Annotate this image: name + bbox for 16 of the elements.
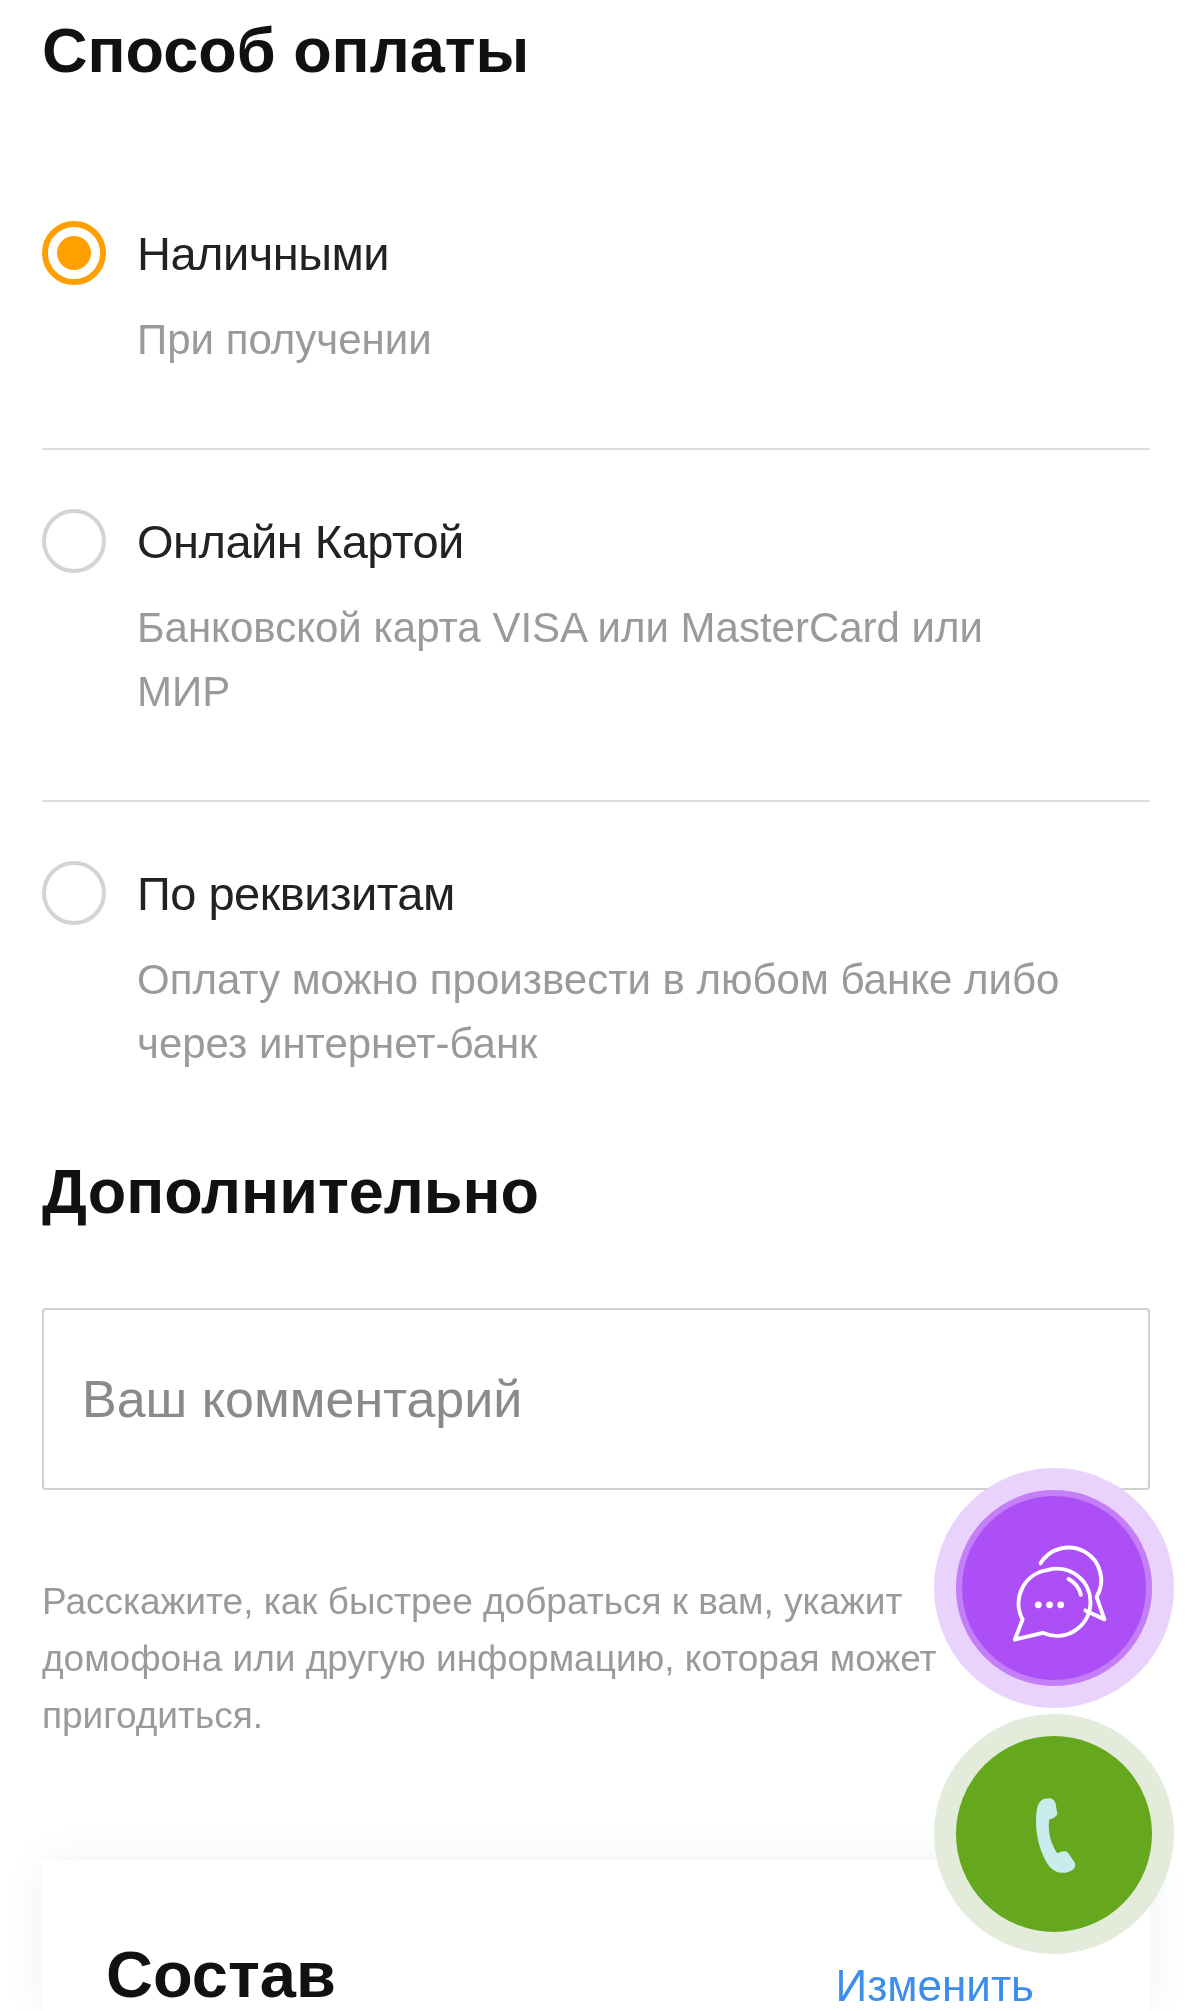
card-title: Состав (106, 1939, 336, 2011)
hint-text: пригодиться. (42, 1694, 264, 1738)
section-heading: Дополнительно (42, 1155, 541, 1227)
option-label[interactable]: Онлайн Картой (137, 513, 464, 569)
radio-button[interactable] (42, 221, 106, 285)
option-description: При получении (137, 315, 433, 365)
option-description: Оплату можно произвести в любом банке либо через интернет-банк (137, 955, 1061, 1069)
comment-field[interactable]: Ваш комментарий (42, 1308, 1150, 1490)
option-label[interactable]: По реквизитам (137, 865, 455, 921)
option-description: Банковской карта VISA или MasterCard или МИР (137, 603, 985, 717)
hint-text: домофона или другую информацию, которая может (42, 1637, 937, 1681)
section-heading: Способ оплаты (42, 14, 531, 86)
radio-button[interactable] (42, 861, 106, 925)
radio-button[interactable] (42, 509, 106, 573)
option-label[interactable]: Наличными (137, 225, 390, 281)
hint-text: Расскажите, как быстрее добраться к вам, укажит (42, 1580, 903, 1624)
